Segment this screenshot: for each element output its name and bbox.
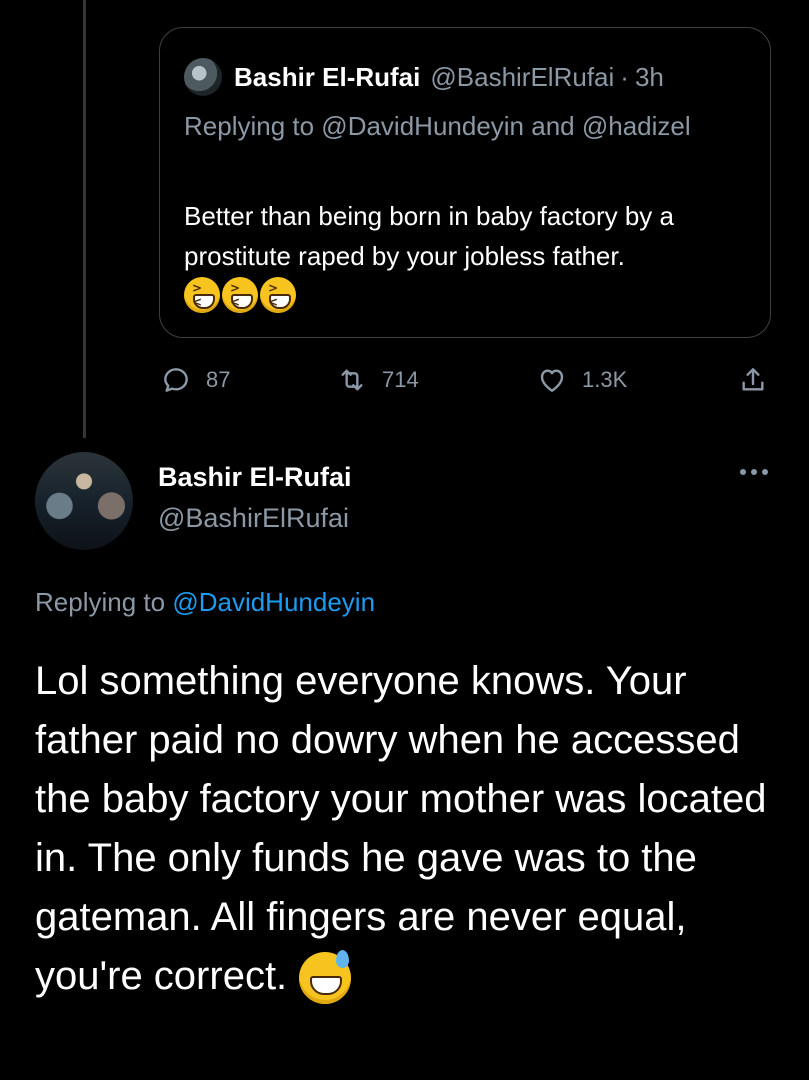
reply-button[interactable]: 87 [160,364,230,396]
more-options-button[interactable] [736,463,772,481]
share-icon [742,368,764,391]
quoted-tweet-card[interactable]: Bashir El-Rufai @BashirElRufai · 3h Repl… [159,27,771,338]
grinning-squinting-emoji-icon [260,277,296,313]
quoted-tweet-timestamp[interactable]: 3h [635,62,664,93]
quoted-tweet-header: Bashir El-Rufai @BashirElRufai · 3h [184,58,664,96]
reply-count: 87 [206,367,231,392]
dot-separator: · [620,61,629,92]
more-dot-icon [762,469,768,475]
quoted-author-name[interactable]: Bashir El-Rufai [234,62,420,93]
retweet-count: 714 [382,367,419,392]
quoted-author-avatar[interactable] [184,58,222,96]
grinning-squinting-emoji-icon [184,277,220,313]
grinning-sweat-emoji-icon [299,950,352,1005]
more-dot-icon [751,469,757,475]
tweet-text: Lol something everyone knows. Your fathe… [35,652,785,1006]
author-name[interactable]: Bashir El-Rufai [158,462,352,493]
grinning-squinting-emoji-icon [222,277,258,313]
share-button[interactable] [737,364,783,396]
author-avatar[interactable] [35,452,133,550]
quoted-emoji-row [184,277,296,313]
replying-to-mention-link[interactable]: @DavidHundeyin [172,587,375,617]
replying-to-line: Replying to @DavidHundeyin [35,587,375,618]
quoted-tweet-text: Better than being born in baby factory b… [184,201,674,271]
retweet-button[interactable]: 714 [336,364,419,396]
thread-connector-line [83,0,86,438]
like-button[interactable]: 1.3K [536,364,627,396]
heart-icon [540,369,564,392]
replying-to-prefix: Replying to [35,587,173,617]
tweet-body: Lol something everyone knows. Your fathe… [35,659,767,998]
tweet-action-bar: 87 714 1.3K [160,364,772,408]
quoted-author-handle[interactable]: @BashirElRufai [430,62,614,93]
like-count: 1.3K [582,367,628,392]
reply-icon [164,368,188,392]
more-dot-icon [740,469,746,475]
quoted-replying-to: Replying to @DavidHundeyin and @hadizel [184,111,691,141]
author-handle[interactable]: @BashirElRufai [158,503,349,534]
retweet-icon [341,369,363,391]
